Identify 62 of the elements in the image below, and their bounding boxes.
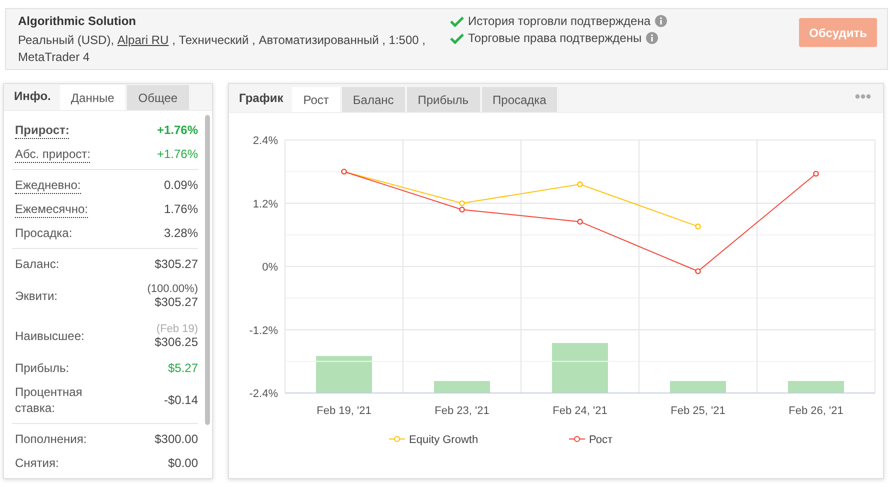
stat-value: $300.00: [154, 432, 198, 446]
broker-link[interactable]: Alpari RU: [117, 33, 169, 47]
axis-label: 1.2%: [252, 198, 278, 210]
stat-value: +1.76%: [156, 123, 198, 137]
stat-value: $305.27: [154, 257, 198, 271]
stat-value: 3.28%: [164, 226, 198, 240]
tab[interactable]: Баланс: [342, 87, 405, 112]
axis-label: Feb 23, '21: [434, 405, 490, 417]
info-icon[interactable]: [646, 32, 658, 44]
scrollbar[interactable]: [205, 115, 210, 425]
axis-label: Feb 19, '21: [316, 405, 372, 417]
panel-heading: График: [238, 91, 284, 107]
data-point: [577, 218, 583, 225]
account-title: Algorithmic Solution: [18, 14, 137, 28]
stat-value: $0.00: [168, 456, 198, 470]
stat-value: $5.27: [168, 361, 198, 375]
tab[interactable]: Прибыль: [406, 87, 480, 112]
tab[interactable]: Данные: [60, 85, 126, 110]
data-point: [577, 181, 583, 188]
legend-line-icon: [388, 436, 406, 442]
tab[interactable]: Рост: [292, 87, 340, 112]
verification-text: Торговые права подтверждены: [468, 31, 642, 45]
data-point: [813, 170, 819, 177]
tab[interactable]: Общее: [127, 85, 189, 110]
stat-label: Прирост:: [15, 122, 70, 138]
verification-text: История торговли подтверждена: [468, 14, 651, 28]
stat-value: -$0.14: [164, 393, 198, 407]
stat-value: $305.27: [154, 295, 198, 309]
legend-line-icon: [568, 436, 586, 442]
stat-label: Снятия:: [15, 455, 59, 471]
legend-label[interactable]: Рост: [589, 434, 613, 446]
panel-heading: Инфо.: [13, 89, 52, 105]
stat-label: Абс. прирост:: [15, 146, 90, 162]
data-point: [695, 224, 701, 230]
more-icon[interactable]: [855, 94, 871, 99]
stat-note: (100.00%): [147, 283, 198, 295]
axis-label: -1.2%: [249, 324, 278, 337]
stat-label: Прибыль:: [15, 360, 70, 376]
stat-label: Ежемесячно:: [15, 200, 88, 218]
stat-label: Пополнения:: [15, 431, 87, 447]
axis-label: Feb 25, '21: [670, 405, 726, 417]
axis-label: -2.4%: [249, 388, 278, 400]
axis-label: 2.4%: [252, 135, 278, 147]
axis-label: Feb 26, '21: [788, 405, 844, 417]
axis-label: 0%: [262, 262, 278, 274]
stat-value: $306.25: [154, 335, 198, 349]
stat-label: Процентная ставка:: [15, 384, 84, 416]
data-point: [695, 268, 701, 274]
account-details: Реальный (USD), Alpari RU , Технический , Автоматизированный , 1:500 , MetaTrader 4: [18, 32, 426, 66]
stat-note: (Feb 19): [156, 323, 198, 335]
stat-label: Наивысшее:: [15, 328, 84, 344]
stat-value: 0.09%: [164, 178, 198, 192]
legend-label[interactable]: Equity Growth: [409, 434, 478, 446]
axis-label: Feb 24, '21: [552, 405, 608, 417]
stat-label: Ежедневно:: [15, 176, 81, 194]
stat-value: 1.76%: [164, 202, 198, 216]
tab[interactable]: Просадка: [482, 87, 558, 112]
stat-label: Баланс:: [15, 256, 60, 272]
stat-value: +1.76%: [156, 147, 198, 161]
stat-label: Просадка:: [15, 225, 72, 241]
stat-label: Эквити:: [15, 288, 58, 304]
info-icon[interactable]: [654, 15, 667, 27]
